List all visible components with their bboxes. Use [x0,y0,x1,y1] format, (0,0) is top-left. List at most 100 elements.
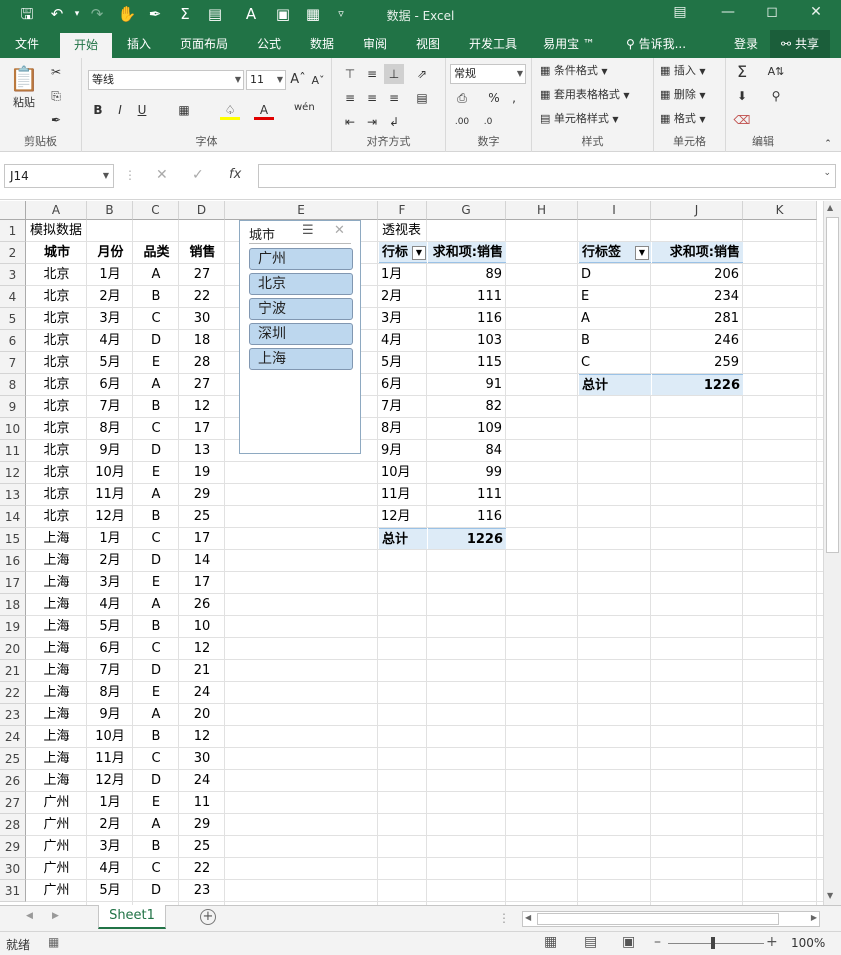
table-cell[interactable]: E [134,462,178,483]
city-slicer[interactable]: 城市 ☰ ✕ 广州 北京 宁波 深圳 上海 [239,220,361,454]
table-cell[interactable]: 26 [180,594,224,615]
column-header[interactable]: C [133,201,179,220]
table-cell[interactable]: 12月 [88,770,132,791]
row-header[interactable]: 8 [0,374,26,396]
table-cell[interactable]: 4月 [88,594,132,615]
table-cell[interactable]: 11月 [88,748,132,769]
table-cell[interactable]: B [134,726,178,747]
sheet-tab-sheet1[interactable]: Sheet1 [98,905,166,929]
row-header[interactable]: 4 [0,286,26,308]
table-cell[interactable]: 24 [180,770,224,791]
insert-function-icon[interactable]: fx [229,167,241,182]
slicer-item-shenzhen[interactable]: 深圳 [249,323,353,345]
minimize-icon[interactable]: — [714,4,742,20]
zoom-in-icon[interactable]: + [766,934,778,950]
row-header[interactable]: 23 [0,704,26,726]
row-header[interactable]: 18 [0,594,26,616]
pivot1-total-label[interactable]: 总计 [379,528,427,549]
pivot2-total-value[interactable]: 1226 [652,374,743,395]
table-cell[interactable]: 12 [180,396,224,417]
pivot1-row-value[interactable]: 91 [427,374,505,395]
pivot1-row-value[interactable]: 103 [427,330,505,351]
pivot1-row-value[interactable]: 89 [427,264,505,285]
table-cell[interactable]: 12月 [88,506,132,527]
row-header[interactable]: 30 [0,858,26,880]
format-as-table-button[interactable]: ▦ 套用表格格式 ▼ [540,86,630,105]
table-cell[interactable]: A [134,704,178,725]
table-cell[interactable]: 4月 [88,858,132,879]
scroll-thumb[interactable] [826,217,839,553]
table-cell[interactable]: 21 [180,660,224,681]
pivot2-row-label[interactable]: B [578,330,650,351]
autosum-icon[interactable]: Σ [732,62,752,82]
cancel-icon[interactable]: ✕ [156,167,168,183]
table-cell[interactable]: 23 [180,880,224,901]
align-center-icon[interactable]: ≡ [362,88,382,108]
table-cell[interactable]: 29 [180,484,224,505]
pivot2-row-label[interactable]: D [578,264,650,285]
table-cell[interactable]: 5月 [88,616,132,637]
number-format-combo[interactable]: 常规 ▼ [450,64,526,84]
table-cell[interactable]: E [134,792,178,813]
table-cell[interactable]: D [134,330,178,351]
pivot1-row-label[interactable]: 3月 [378,308,426,329]
table-cell[interactable]: 10 [180,616,224,637]
align-middle-icon[interactable]: ≡ [362,64,382,84]
table-cell[interactable]: A [134,374,178,395]
table-cell[interactable]: 11月 [88,484,132,505]
row-header[interactable]: 31 [0,880,26,902]
filter-dropdown-icon[interactable]: ▼ [635,246,649,260]
pivot1-value-header[interactable]: 求和项:销售 [428,242,506,263]
table-cell[interactable]: 24 [180,682,224,703]
table-cell[interactable]: 18 [180,330,224,351]
source-title[interactable]: 模拟数据 [27,220,133,241]
table-cell[interactable]: 1月 [88,792,132,813]
table-cell[interactable]: 6月 [88,638,132,659]
align-top-icon[interactable]: ⊤ [340,64,360,84]
column-header[interactable]: A [26,201,87,220]
row-header[interactable]: 28 [0,814,26,836]
pivot1-row-label-header[interactable]: 行标 ▼ [379,242,427,263]
table-cell[interactable]: 17 [180,572,224,593]
pivot1-row-label[interactable]: 11月 [378,484,426,505]
row-header[interactable]: 24 [0,726,26,748]
clear-icon[interactable]: ⌫ [732,110,752,130]
table-cell[interactable]: 北京 [27,418,86,439]
page-layout-view-icon[interactable]: ▤ [584,934,597,950]
pivot1-row-label[interactable]: 1月 [378,264,426,285]
row-header[interactable]: 14 [0,506,26,528]
row-header[interactable]: 22 [0,682,26,704]
table-cell[interactable]: 上海 [27,660,86,681]
slicer-item-ningbo[interactable]: 宁波 [249,298,353,320]
table-cell[interactable]: 25 [180,506,224,527]
horizontal-scrollbar[interactable]: ◀ ▶ [522,911,820,927]
table-cell[interactable]: 2月 [88,550,132,571]
table-cell[interactable]: 北京 [27,352,86,373]
italic-button[interactable]: I [110,100,130,120]
table-cell[interactable]: 上海 [27,770,86,791]
table-cell[interactable]: 30 [180,308,224,329]
pivot1-row-label[interactable]: 10月 [378,462,426,483]
tab-formulas[interactable]: 公式 [248,30,290,58]
column-header[interactable]: K [743,201,817,220]
table-cell[interactable]: 上海 [27,726,86,747]
table-cell[interactable]: C [134,638,178,659]
header-category[interactable]: 品类 [134,242,179,263]
align-bottom-icon[interactable]: ⊥ [384,64,404,84]
orientation-icon[interactable]: ⇗ [412,64,432,84]
header-sales[interactable]: 销售 [180,242,225,263]
table-cell[interactable]: 28 [180,352,224,373]
font-color-icon[interactable]: A [254,100,274,120]
tab-view[interactable]: 视图 [406,30,450,58]
table-cell[interactable]: 10月 [88,726,132,747]
table-cell[interactable]: E [134,572,178,593]
table-cell[interactable]: B [134,286,178,307]
pivot1-row-value[interactable]: 82 [427,396,505,417]
table-cell[interactable]: 5月 [88,352,132,373]
percent-icon[interactable]: % [484,88,504,108]
column-header[interactable]: G [427,201,506,220]
paste-button[interactable]: 📋 粘贴 [8,64,40,116]
row-header[interactable]: 1 [0,220,26,242]
filter-dropdown-icon[interactable]: ▼ [412,246,426,260]
row-header[interactable]: 19 [0,616,26,638]
